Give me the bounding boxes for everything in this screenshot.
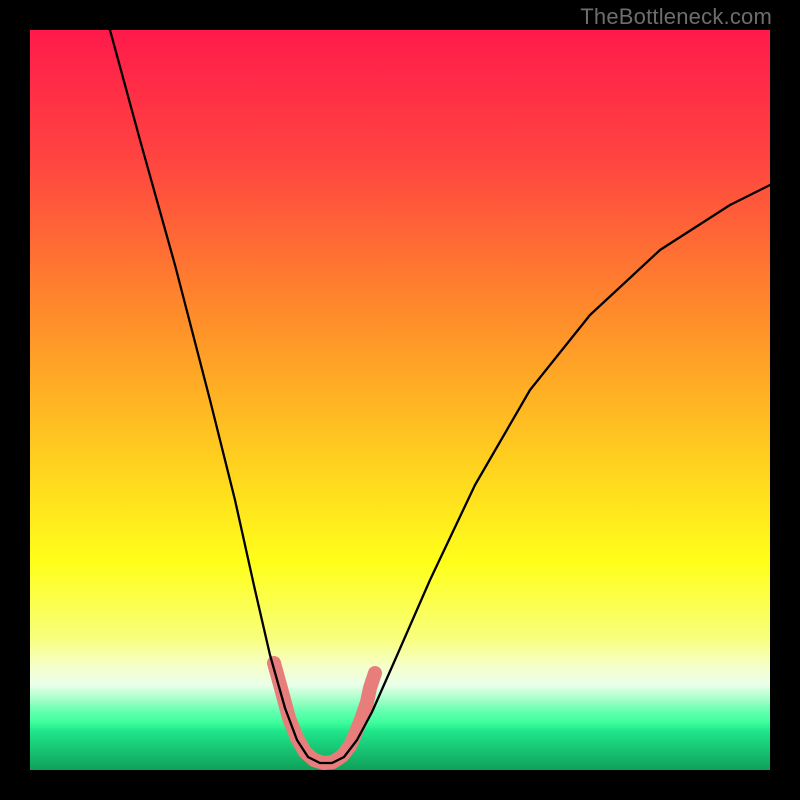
- plot-area: [30, 30, 770, 770]
- outer-frame: TheBottleneck.com: [0, 0, 800, 800]
- main-curve: [110, 30, 770, 763]
- curve-layer: [30, 30, 770, 770]
- bottom-marker-band: [274, 663, 375, 763]
- watermark-text: TheBottleneck.com: [580, 4, 772, 30]
